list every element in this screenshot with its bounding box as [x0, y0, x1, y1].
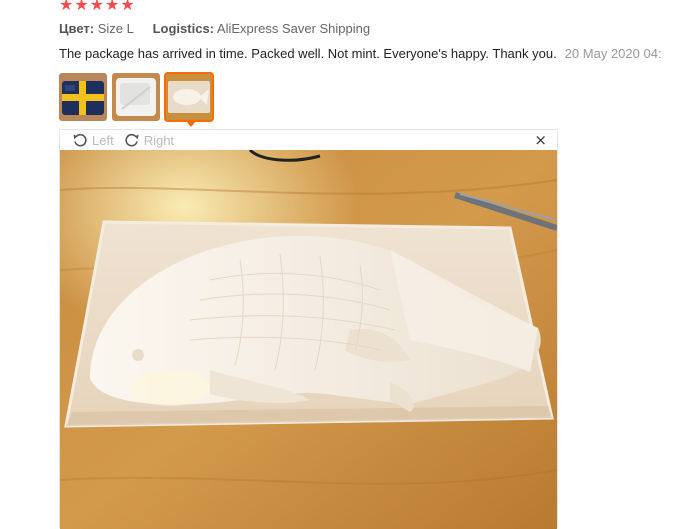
star-icon: ★ — [74, 0, 89, 14]
white-package-thumbnail[interactable] — [112, 73, 160, 121]
star-icon: ★ — [105, 0, 120, 14]
rotate-left-icon — [73, 133, 87, 147]
rotate-left-button[interactable]: Left — [72, 132, 114, 148]
review-photo — [60, 150, 557, 529]
color-value: Size L — [97, 21, 134, 36]
package-blue-yellow-thumbnail[interactable] — [59, 73, 107, 121]
review-body: The package has arrived in time. Packed … — [59, 46, 662, 61]
rating-stars: ★ ★ ★ ★ ★ — [59, 0, 135, 13]
star-icon: ★ — [59, 0, 74, 14]
review-meta: Цвет: Size L Logistics: AliExpress Saver… — [59, 21, 370, 36]
review-thumbnails — [59, 72, 214, 122]
rotate-left-label: Left — [92, 132, 114, 148]
rotate-right-button[interactable]: Right — [124, 132, 174, 148]
star-icon: ★ — [89, 0, 105, 14]
logistics-value: AliExpress Saver Shipping — [216, 21, 371, 36]
review-text: The package has arrived in time. Packed … — [59, 46, 557, 61]
fish-mold-thumbnail[interactable] — [164, 72, 214, 122]
review-date: 20 May 2020 04: — [564, 46, 662, 61]
star-icon: ★ — [120, 0, 135, 14]
logistics-label: Logistics: — [152, 21, 215, 36]
rotate-right-label: Right — [143, 132, 175, 148]
active-thumbnail-pointer — [186, 121, 196, 127]
rotate-right-icon — [125, 133, 139, 147]
viewer-toolbar: Left Right × — [60, 130, 557, 150]
image-viewer: Left Right × — [59, 129, 558, 529]
color-label: Цвет: — [59, 21, 95, 36]
close-icon[interactable]: × — [534, 131, 547, 149]
